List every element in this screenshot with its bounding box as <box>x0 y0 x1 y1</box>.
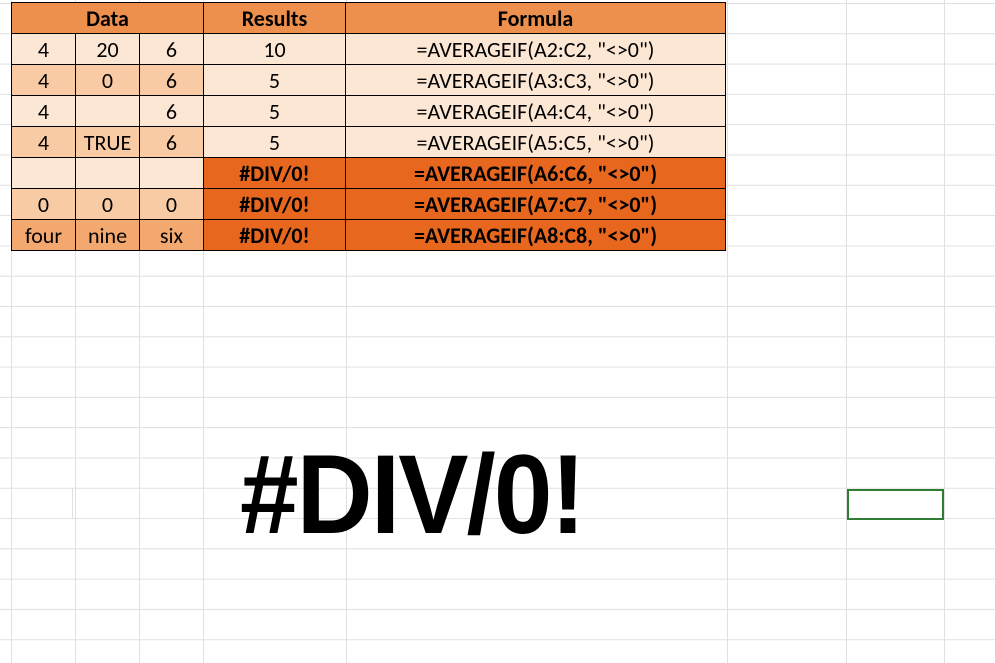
cell-data[interactable]: 4 <box>12 34 76 65</box>
spreadsheet-table[interactable]: Data Results Formula 420610=AVERAGEIF(A2… <box>11 2 726 251</box>
cell-formula[interactable]: =AVERAGEIF(A4:C4, "<>0") <box>346 96 726 127</box>
cell-formula[interactable]: =AVERAGEIF(A5:C5, "<>0") <box>346 127 726 158</box>
cell-data[interactable]: 6 <box>140 96 204 127</box>
cell-data[interactable]: TRUE <box>76 127 140 158</box>
cell-data[interactable]: 6 <box>140 34 204 65</box>
data-table-region: Data Results Formula 420610=AVERAGEIF(A2… <box>11 2 726 251</box>
cell-data[interactable] <box>76 96 140 127</box>
gridline <box>944 0 945 663</box>
table-row: 420610=AVERAGEIF(A2:C2, "<>0") <box>12 34 726 65</box>
table-row: #DIV/0!=AVERAGEIF(A6:C6, "<>0") <box>12 158 726 189</box>
cell-result[interactable]: #DIV/0! <box>204 189 346 220</box>
header-data[interactable]: Data <box>12 3 204 34</box>
cell-data[interactable]: 6 <box>140 65 204 96</box>
table-row: 000#DIV/0!=AVERAGEIF(A7:C7, "<>0") <box>12 189 726 220</box>
cell-result[interactable]: 5 <box>204 96 346 127</box>
cell-data[interactable]: 4 <box>12 127 76 158</box>
cell-data[interactable]: 4 <box>12 96 76 127</box>
cell-data[interactable]: 20 <box>76 34 140 65</box>
cell-result[interactable]: #DIV/0! <box>204 158 346 189</box>
gridline <box>727 0 728 663</box>
cell-data[interactable] <box>140 158 204 189</box>
cell-data[interactable]: 0 <box>76 189 140 220</box>
cell-data[interactable] <box>76 158 140 189</box>
table-row: 4TRUE65=AVERAGEIF(A5:C5, "<>0") <box>12 127 726 158</box>
cell-formula[interactable]: =AVERAGEIF(A6:C6, "<>0") <box>346 158 726 189</box>
cell-formula[interactable]: =AVERAGEIF(A3:C3, "<>0") <box>346 65 726 96</box>
cell-formula[interactable]: =AVERAGEIF(A2:C2, "<>0") <box>346 34 726 65</box>
big-error-text: #DIV/0! <box>240 430 584 559</box>
cell-formula[interactable]: =AVERAGEIF(A8:C8, "<>0") <box>346 220 726 251</box>
cell-data[interactable]: 6 <box>140 127 204 158</box>
cell-data[interactable]: 0 <box>140 189 204 220</box>
cell-result[interactable]: #DIV/0! <box>204 220 346 251</box>
gridline <box>846 0 847 663</box>
table-row: 4065=AVERAGEIF(A3:C3, "<>0") <box>12 65 726 96</box>
cell-data[interactable]: 4 <box>12 65 76 96</box>
cell-formula[interactable]: =AVERAGEIF(A7:C7, "<>0") <box>346 189 726 220</box>
cell-data[interactable]: six <box>140 220 204 251</box>
table-row: 4 65=AVERAGEIF(A4:C4, "<>0") <box>12 96 726 127</box>
active-row-indicator <box>11 488 73 519</box>
cell-result[interactable]: 5 <box>204 127 346 158</box>
table-row: fourninesix#DIV/0!=AVERAGEIF(A8:C8, "<>0… <box>12 220 726 251</box>
header-formula[interactable]: Formula <box>346 3 726 34</box>
cell-result[interactable]: 5 <box>204 65 346 96</box>
header-row: Data Results Formula <box>12 3 726 34</box>
header-results[interactable]: Results <box>204 3 346 34</box>
cell-data[interactable]: 0 <box>12 189 76 220</box>
cell-data[interactable] <box>12 158 76 189</box>
cell-result[interactable]: 10 <box>204 34 346 65</box>
cell-data[interactable]: nine <box>76 220 140 251</box>
cell-data[interactable]: 0 <box>76 65 140 96</box>
cell-data[interactable]: four <box>12 220 76 251</box>
